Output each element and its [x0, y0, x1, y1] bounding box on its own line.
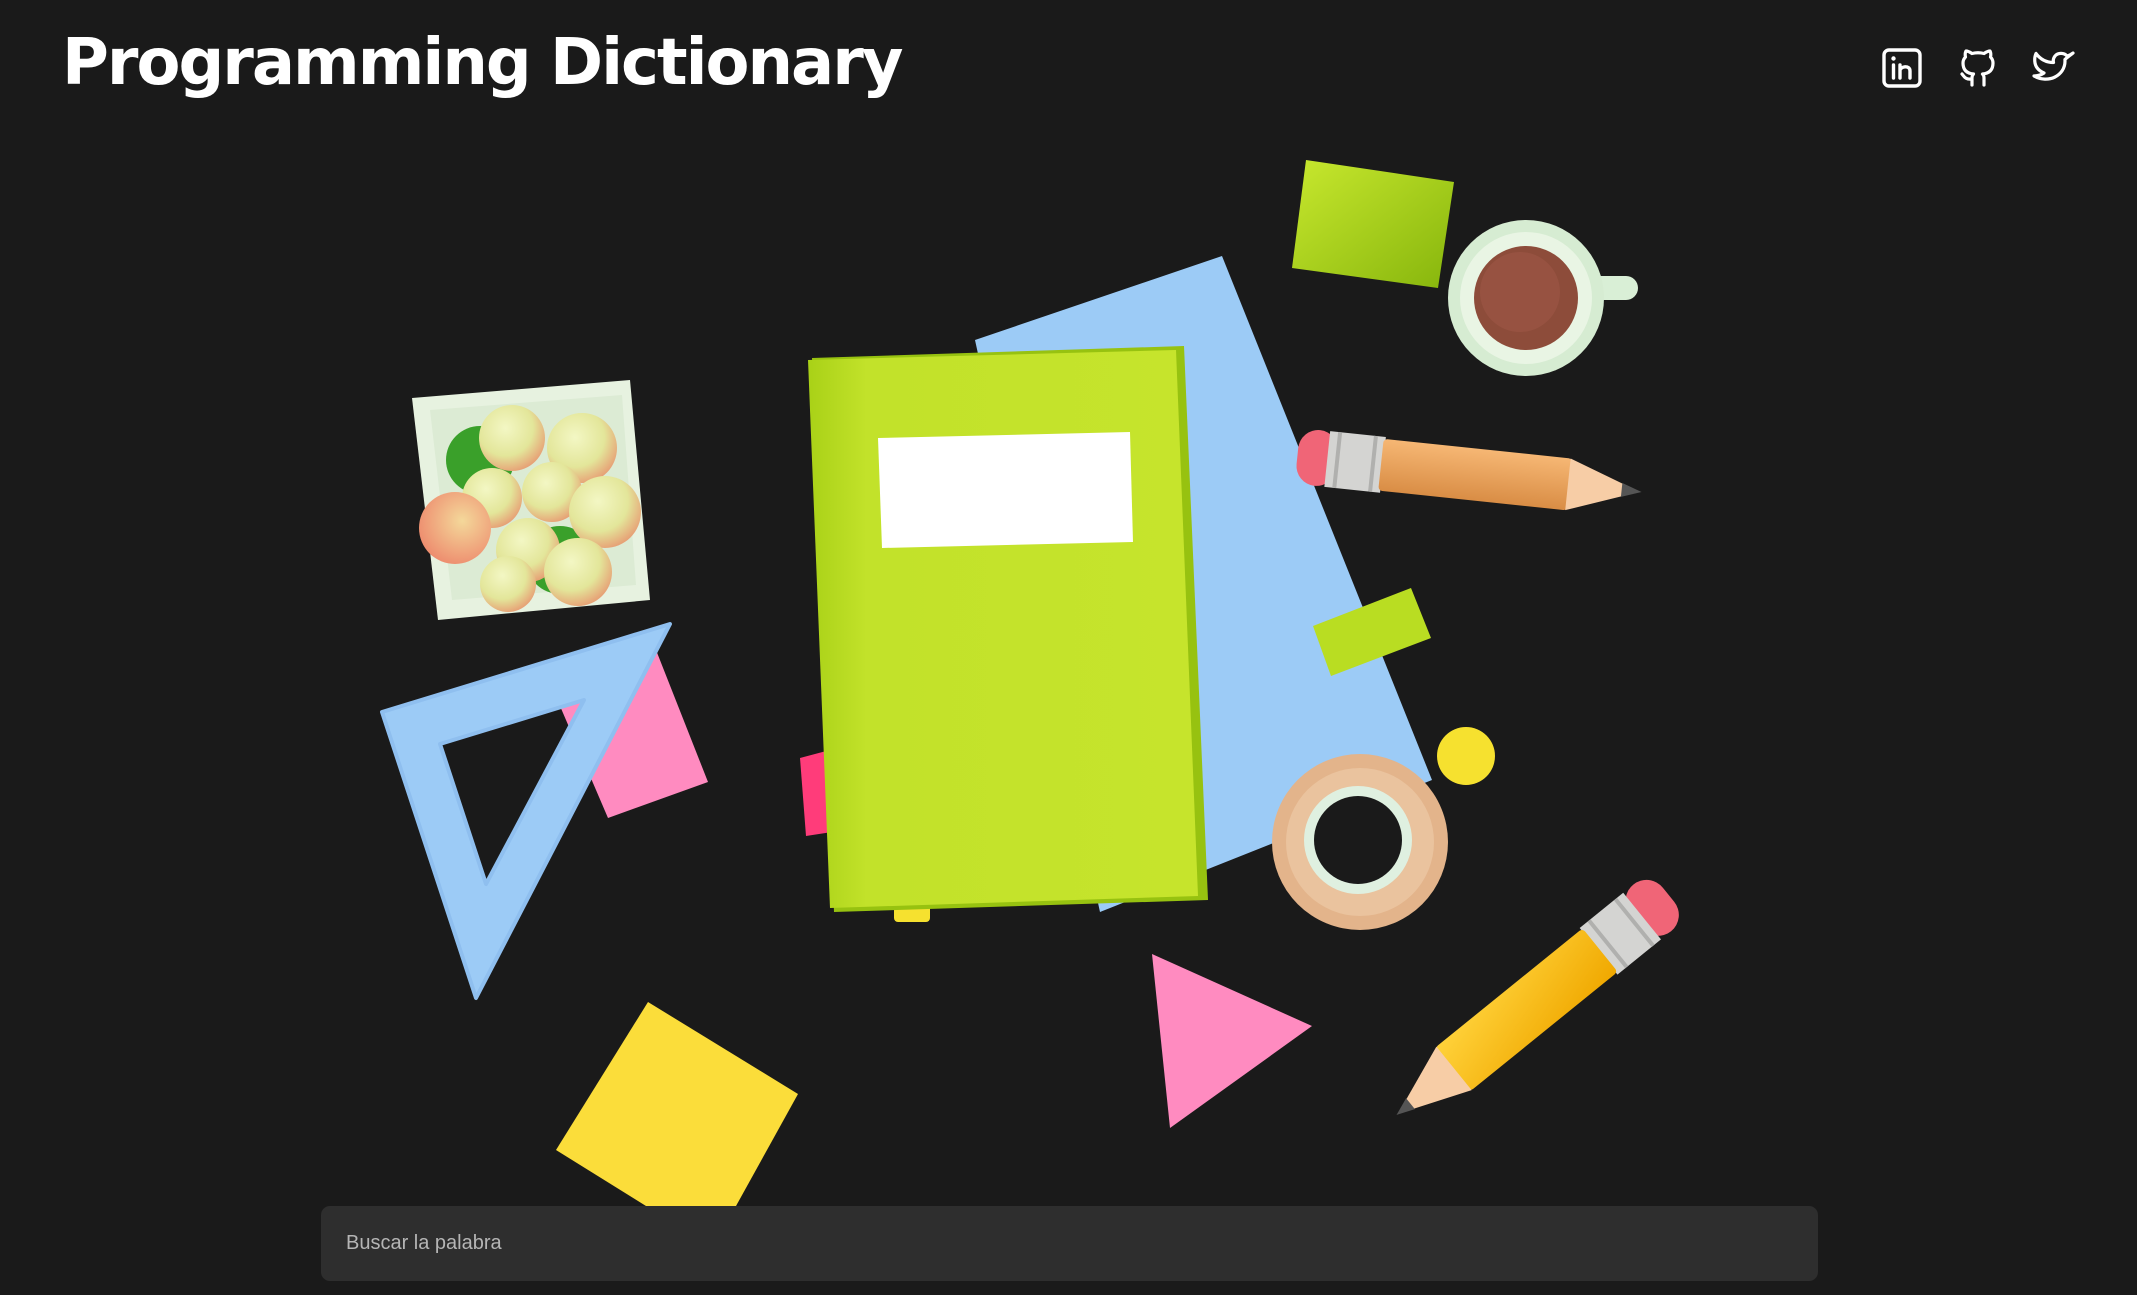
- sticky-note-yellow: [556, 1002, 798, 1206]
- page-title: Programming Dictionary: [62, 26, 903, 100]
- github-icon: [1960, 49, 1995, 87]
- search-input[interactable]: [321, 1206, 1818, 1281]
- linkedin-icon: [1882, 48, 1922, 88]
- succulent-pot: [412, 380, 650, 620]
- square-pink: [560, 650, 708, 818]
- triangle-pink: [1152, 954, 1312, 1128]
- dot-yellow: [1437, 727, 1495, 785]
- tape-roll: [1272, 754, 1448, 930]
- coffee-cup: [1448, 220, 1638, 376]
- illustration: [380, 160, 1679, 1206]
- pencil-yellow: [1396, 879, 1679, 1115]
- square-lime-small: [1313, 588, 1431, 676]
- social-links: [1879, 45, 2077, 91]
- github-link[interactable]: [1955, 45, 2001, 91]
- page: Programming Dictionary: [0, 0, 2137, 1295]
- square-lime-top: [1292, 160, 1454, 288]
- search-bar: [321, 1206, 1818, 1281]
- notebook: [800, 346, 1208, 922]
- set-square-ruler: [380, 622, 672, 1000]
- pencil-orange: [1296, 430, 1642, 511]
- twitter-icon: [2032, 51, 2075, 81]
- linkedin-link[interactable]: [1879, 45, 1925, 91]
- blue-paper-sheet: [975, 256, 1432, 912]
- twitter-link[interactable]: [2031, 45, 2077, 91]
